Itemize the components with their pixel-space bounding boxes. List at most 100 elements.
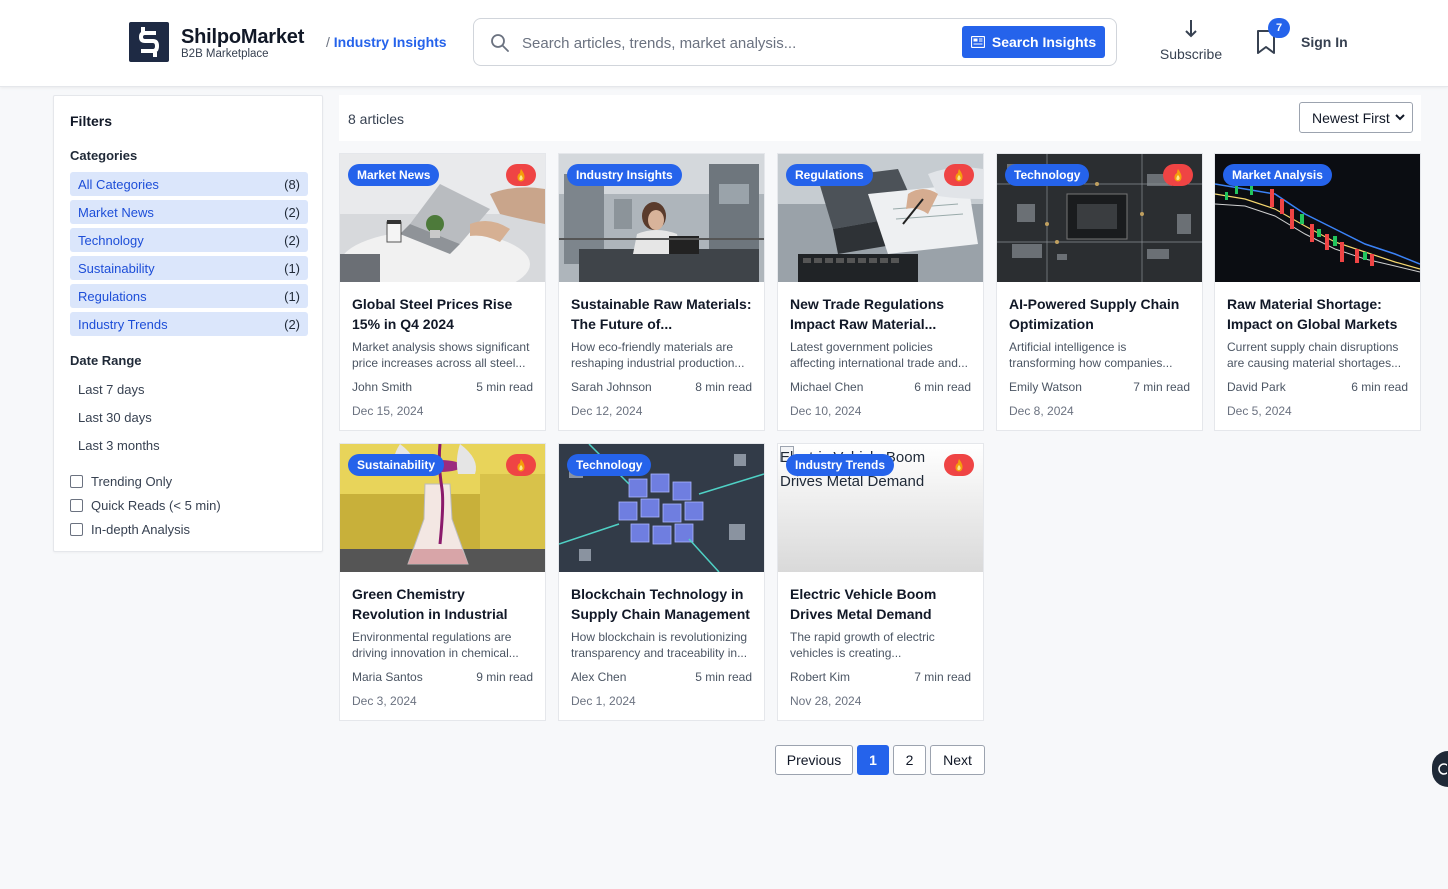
- category-technology[interactable]: Technology (2): [70, 228, 308, 252]
- checkbox-box[interactable]: [70, 499, 83, 512]
- article-title[interactable]: Raw Material Shortage: Impact on Global …: [1227, 294, 1410, 334]
- brand-subtitle: B2B Marketplace: [181, 48, 269, 60]
- pagination-previous[interactable]: Previous: [775, 745, 853, 775]
- results-toolbar: 8 articles Newest First: [339, 95, 1421, 141]
- article-date: Dec 3, 2024: [352, 694, 417, 708]
- category-tag: Technology: [1005, 164, 1090, 186]
- article-title[interactable]: Green Chemistry Revolution in Industrial…: [352, 584, 535, 624]
- sort-select[interactable]: Newest First: [1299, 102, 1413, 133]
- trending-badge: [1163, 164, 1193, 186]
- article-read-time: 7 min read: [914, 670, 971, 684]
- article-title[interactable]: Blockchain Technology in Supply Chain Ma…: [571, 584, 754, 624]
- brand-name[interactable]: ShilpoMarket: [181, 26, 304, 49]
- category-label: Sustainability: [78, 260, 155, 276]
- category-count: (2): [284, 316, 300, 332]
- category-label: All Categories: [78, 176, 159, 192]
- fire-icon: [1174, 168, 1182, 181]
- article-title[interactable]: Electric Vehicle Boom Drives Metal Deman…: [790, 584, 973, 624]
- article-card[interactable]: Technology AI-Powered Supply Chain Optim…: [996, 153, 1203, 431]
- article-author: Robert Kim: [790, 670, 851, 684]
- article-card[interactable]: Regulations New Trade Regulations Impact…: [777, 153, 984, 431]
- category-tag: Industry Insights: [567, 164, 682, 186]
- trending-badge: [506, 164, 536, 186]
- article-excerpt: How blockchain is revolutionizing transp…: [571, 630, 748, 660]
- search-insights-button[interactable]: Search Insights: [962, 26, 1105, 58]
- category-industry-trends[interactable]: Industry Trends (2): [70, 312, 308, 336]
- article-read-time: 9 min read: [476, 670, 533, 684]
- floating-help-button[interactable]: [1432, 751, 1448, 787]
- download-arrow-icon: [1185, 20, 1197, 38]
- article-card[interactable]: Sustainability Green Chemistry Revolutio…: [339, 443, 546, 721]
- article-card[interactable]: Technology Blockchain Technology in Supp…: [558, 443, 765, 721]
- category-regulations[interactable]: Regulations (1): [70, 284, 308, 308]
- subscribe-label: Subscribe: [1159, 46, 1223, 62]
- filters-sidebar: Filters Categories All Categories (8) Mar…: [53, 95, 323, 552]
- pagination-next[interactable]: Next: [930, 745, 985, 775]
- sign-in-link[interactable]: Sign In: [1301, 34, 1348, 50]
- date-range-heading: Date Range: [70, 353, 142, 368]
- article-card[interactable]: Market Analysis Raw Material Shortage: I…: [1214, 153, 1421, 431]
- category-count: (1): [284, 260, 300, 276]
- quick-reads-checkbox[interactable]: Quick Reads (< 5 min): [70, 498, 221, 513]
- fire-icon: [517, 168, 525, 181]
- category-count: (8): [284, 176, 300, 192]
- category-tag: Market News: [348, 164, 440, 186]
- pagination-page-1[interactable]: 1: [857, 745, 889, 775]
- checkbox-box[interactable]: [70, 475, 83, 488]
- category-tag: Regulations: [786, 164, 873, 186]
- pagination-page-2[interactable]: 2: [893, 745, 926, 775]
- in-depth-analysis-checkbox[interactable]: In-depth Analysis: [70, 522, 190, 537]
- category-count: (2): [284, 232, 300, 248]
- article-title[interactable]: AI-Powered Supply Chain Optimization: [1009, 294, 1192, 334]
- article-read-time: 5 min read: [695, 670, 752, 684]
- article-excerpt: Market analysis shows significant price …: [352, 340, 530, 370]
- date-range-3-months[interactable]: Last 3 months: [78, 438, 160, 453]
- date-range-30-days[interactable]: Last 30 days: [78, 410, 152, 425]
- category-label: Industry Trends: [78, 316, 168, 332]
- article-count: 8 articles: [348, 111, 405, 127]
- logo-s-icon: [136, 27, 162, 57]
- article-author: Emily Watson: [1009, 380, 1082, 394]
- category-count: (1): [284, 288, 300, 304]
- breadcrumb-current[interactable]: Industry Insights: [334, 34, 447, 50]
- article-title[interactable]: Global Steel Prices Rise 15% in Q4 2024: [352, 294, 535, 334]
- article-date: Dec 5, 2024: [1227, 404, 1292, 418]
- article-read-time: 6 min read: [1351, 380, 1408, 394]
- category-sustainability[interactable]: Sustainability (1): [70, 256, 308, 280]
- article-date: Dec 8, 2024: [1009, 404, 1074, 418]
- article-date: Dec 12, 2024: [571, 404, 643, 418]
- category-tag: Technology: [567, 454, 652, 476]
- article-excerpt: Artificial intelligence is transforming …: [1009, 340, 1173, 370]
- article-card[interactable]: Industry Insights Sustainable Raw Materi…: [558, 153, 765, 431]
- search-bar: Search Insights: [473, 18, 1117, 66]
- widget-icon: [1438, 763, 1447, 775]
- category-tag: Industry Trends: [786, 454, 895, 476]
- article-card[interactable]: Electric Vehicle Boom Drives Metal Deman…: [777, 443, 984, 721]
- article-author: Michael Chen: [790, 380, 864, 394]
- date-range-7-days[interactable]: Last 7 days: [78, 382, 145, 397]
- article-excerpt: The rapid growth of electric vehicles is…: [790, 630, 935, 660]
- article-excerpt: Environmental regulations are driving in…: [352, 630, 519, 660]
- categories-heading: Categories: [70, 148, 138, 163]
- bookmark-count-badge: 7: [1268, 18, 1290, 38]
- article-author: John Smith: [352, 380, 413, 394]
- trending-only-checkbox[interactable]: Trending Only: [70, 474, 172, 489]
- chevron-down-icon: [1395, 114, 1405, 121]
- filters-title: Filters: [70, 113, 113, 129]
- category-tag: Sustainability: [348, 454, 445, 476]
- sort-selected-value: Newest First: [1312, 109, 1390, 126]
- article-date: Dec 1, 2024: [571, 694, 636, 708]
- header: ShilpoMarket B2B Marketplace / Industry …: [0, 0, 1448, 87]
- search-input[interactable]: [522, 30, 952, 56]
- logo[interactable]: [129, 22, 169, 62]
- category-all[interactable]: All Categories (8): [70, 172, 308, 196]
- article-author: Maria Santos: [352, 670, 423, 684]
- article-excerpt: How eco-friendly materials are reshaping…: [571, 340, 745, 370]
- fire-icon: [955, 168, 963, 181]
- article-title[interactable]: New Trade Regulations Impact Raw Materia…: [790, 294, 973, 334]
- category-market-news[interactable]: Market News (2): [70, 200, 308, 224]
- article-card[interactable]: Market News Global Steel Prices Rise 15%…: [339, 153, 546, 431]
- article-title[interactable]: Sustainable Raw Materials: The Future of…: [571, 294, 754, 334]
- subscribe-button[interactable]: Subscribe: [1158, 18, 1224, 68]
- checkbox-box[interactable]: [70, 523, 83, 536]
